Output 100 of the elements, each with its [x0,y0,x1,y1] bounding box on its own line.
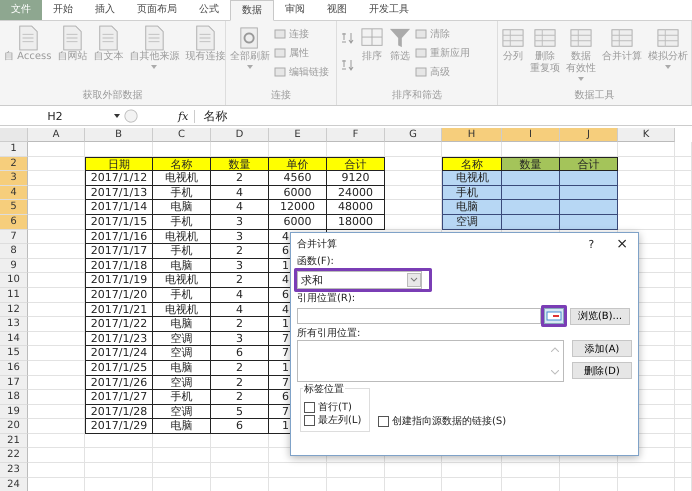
row-header[interactable]: 10 [0,273,28,288]
column-header[interactable]: I [502,128,560,142]
row-header[interactable]: 7 [0,230,28,244]
column-header[interactable]: J [560,128,618,142]
ribbon-tab[interactable]: 页面布局 [126,0,188,20]
table-cell: 空调 [153,376,211,390]
table-cell: 9120 [327,171,385,186]
empty-cell [675,214,692,230]
ribbon-tab[interactable]: 开发工具 [358,0,420,20]
checkbox[interactable]: 创建指向源数据的链接(S) [378,415,506,428]
table-cell: 电脑 [153,419,211,434]
table-cell: 空调 [153,404,211,420]
row-header[interactable]: 21 [0,434,28,448]
table-cell: 2 [211,317,269,332]
table-cell: 电视机 [153,171,211,186]
add-button[interactable]: 添加(A) [572,340,632,357]
row-header[interactable]: 4 [0,186,28,200]
help-button[interactable]: ? [588,238,594,250]
row-header[interactable]: 24 [0,478,28,491]
column-header[interactable]: H [442,128,502,142]
table-cell: 6 [211,346,269,361]
sort-icon[interactable] [341,31,355,45]
row-header[interactable]: 23 [0,463,28,478]
tool-icon [415,47,427,59]
row-header[interactable]: 20 [0,419,28,434]
ribbon-tab[interactable]: 视图 [316,0,358,20]
empty-cell [85,463,153,478]
insert-function-button[interactable]: fx [172,110,196,122]
row-header[interactable]: 15 [0,346,28,361]
references-list[interactable] [297,340,564,382]
row-header[interactable]: 14 [0,332,28,346]
column-header[interactable]: K [618,128,675,142]
empty-cell [675,142,692,157]
table-cell: 2 [211,360,269,376]
table-cell: 手机 [153,390,211,405]
row-header[interactable]: 5 [0,200,28,215]
row-header[interactable]: 11 [0,288,28,303]
column-header[interactable]: B [85,128,153,142]
row-header[interactable]: 13 [0,317,28,332]
ribbon-tab[interactable]: 插入 [84,0,126,20]
chevron-down-icon[interactable] [407,273,421,287]
formula-field[interactable]: 名称 [199,108,228,124]
row-header[interactable]: 12 [0,302,28,318]
reference-field[interactable] [297,308,541,324]
table-cell: 3 [211,214,269,230]
empty-cell [675,156,692,172]
sort-icon[interactable] [341,58,355,72]
column-header[interactable]: D [211,128,269,142]
empty-cell [153,448,211,464]
ribbon-tab[interactable]: 开始 [42,0,84,20]
row-header[interactable]: 18 [0,390,28,405]
table-cell: 电脑 [153,258,211,274]
row-header[interactable]: 16 [0,360,28,376]
empty-cell [675,390,692,405]
empty-cell [675,376,692,390]
scroll-down-icon[interactable] [551,370,559,375]
column-header[interactable]: E [269,128,327,142]
table-cell: 2017/1/23 [85,332,153,346]
scroll-up-icon[interactable] [551,347,559,352]
row-header[interactable]: 22 [0,448,28,464]
browse-button[interactable]: 浏览(B)... [570,308,630,324]
empty-cell [269,463,327,478]
table-cell: 空调 [153,332,211,346]
group-label: 连接 [270,89,292,103]
name-box[interactable]: H2 [0,110,110,122]
group-title: 标签位置 [303,382,345,396]
table-cell: 电脑 [153,360,211,376]
table-cell: 2017/1/20 [85,288,153,303]
ribbon-tab[interactable]: 审阅 [274,0,316,20]
caret-icon[interactable] [114,114,120,118]
row-header[interactable]: 3 [0,171,28,186]
column-header[interactable]: A [28,128,85,142]
table-cell: 空调 [442,214,502,230]
row-header[interactable]: 1 [0,142,28,157]
delete-button[interactable]: 删除(D) [572,362,632,379]
function-dropdown[interactable]: 求和 [297,271,422,289]
column-header[interactable]: F [327,128,385,142]
empty-cell [327,463,385,478]
resize-handle-icon[interactable] [124,109,138,123]
table-cell [502,171,560,186]
tool-icon [274,47,286,59]
row-header[interactable]: 9 [0,258,28,274]
ribbon-tab[interactable]: 公式 [188,0,230,20]
row-header[interactable]: 2 [0,156,28,172]
table-cell [502,200,560,215]
table-cell: 空调 [153,346,211,361]
row-header[interactable]: 6 [0,214,28,230]
table-cell: 2 [211,171,269,186]
table-cell: 18000 [327,214,385,230]
table-cell: 2017/1/13 [85,186,153,200]
column-header[interactable]: G [385,128,442,142]
ribbon-tab[interactable]: 数据 [230,0,274,21]
table-cell [502,186,560,200]
row-header[interactable]: 8 [0,244,28,259]
close-button[interactable]: × [616,236,628,252]
select-all-button[interactable] [0,128,28,142]
column-header[interactable]: C [153,128,211,142]
table-cell: 电视机 [153,302,211,318]
row-header[interactable]: 17 [0,376,28,390]
row-header[interactable]: 19 [0,404,28,420]
